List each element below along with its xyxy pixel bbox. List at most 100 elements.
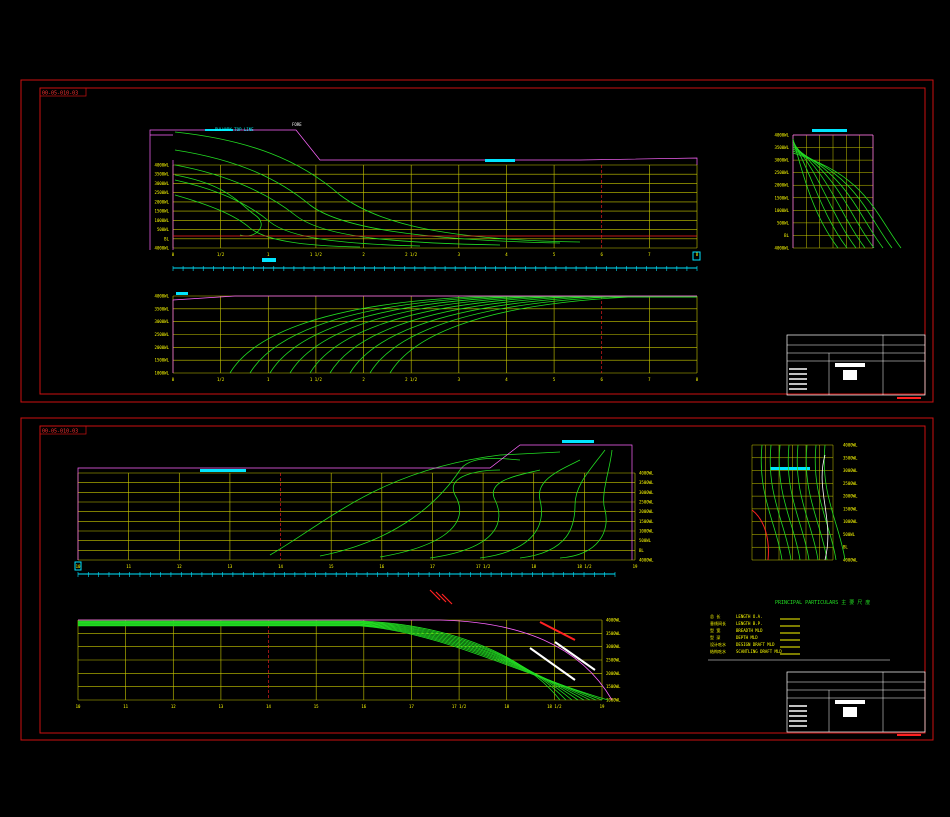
waterline-label: 3000WL xyxy=(843,468,858,473)
particular-value: SCANTLING DRAFT MLD xyxy=(736,649,782,654)
waterline-label: 4000WL xyxy=(639,471,654,476)
red-marker xyxy=(429,589,453,605)
title-block-mark xyxy=(897,397,921,399)
waterline-label: 4000WL xyxy=(155,294,170,299)
red-section xyxy=(751,509,769,561)
waterline-curve xyxy=(289,296,697,374)
particular-key: 总 长 xyxy=(710,613,720,619)
particular-value: BREADTH MLD xyxy=(736,628,763,633)
station-label: 1 xyxy=(267,252,270,257)
station-label: 17 xyxy=(409,704,414,709)
station-label: 17 1/2 xyxy=(452,704,467,709)
waterline-label: 3000WL xyxy=(606,644,621,649)
particular-key: 型 宽 xyxy=(710,627,720,633)
waterline-label: 2500WL xyxy=(775,170,790,175)
sheet-2: 00-05-010-03 4000WL 3500WL 3000WL 2500WL 200… xyxy=(20,417,934,741)
particular-key: 型 深 xyxy=(710,634,720,640)
waterline-label: 3000WL xyxy=(155,181,170,186)
station-label: 0 xyxy=(172,252,175,257)
sheet-2-title-block xyxy=(786,671,926,736)
waterline-curve xyxy=(369,296,697,374)
waterline-label: 3000WL xyxy=(639,490,654,495)
waterline-label: 1500WL xyxy=(155,358,170,363)
bulwark-line xyxy=(149,129,698,250)
waterline-label: 3500WL xyxy=(843,455,858,460)
sheet-2-half-breadth-view: 4000WL 3500WL 3000WL 2500WL 2000WL 1500WL 1000… xyxy=(76,589,621,709)
particulars-title: PRINCIPAL PARTICULARS 主 要 尺 度 xyxy=(775,599,870,606)
waterline-label: 1000WL xyxy=(155,371,170,376)
waterline-label: 4000WL xyxy=(606,618,621,623)
waterline-label: 2500WL xyxy=(606,658,621,663)
waterline-label: 1500WL xyxy=(155,209,170,214)
waterline-curve xyxy=(78,621,573,701)
waterline-label: 500WL xyxy=(777,220,790,225)
particular-key: 结构吃水 xyxy=(710,648,726,654)
station-label: 2 xyxy=(362,252,365,257)
waterline-label: 2000WL xyxy=(155,199,170,204)
waterline-label: 2500WL xyxy=(843,481,858,486)
particular-value: LENGTH B.P. xyxy=(736,621,763,626)
station-label: 8 xyxy=(696,377,699,382)
sheet-2-body-plan: 4000WL 3500WL 3000WL 2500WL 2000WL 1500WL 1000… xyxy=(751,443,858,563)
waterline-label: 4000WL xyxy=(775,246,790,251)
buttock-curve xyxy=(379,469,501,558)
station-label: 16 xyxy=(361,704,366,709)
station-label: 4 xyxy=(505,377,508,382)
buttock-curve xyxy=(269,451,561,556)
drawing-canvas[interactable]: 00-05-010-03 4000WL3500WL3000WL2500WL200… xyxy=(0,0,950,817)
waterline-label: 4000WL xyxy=(843,558,858,563)
station-label: 19 xyxy=(600,704,605,709)
particular-value: DESIGN DRAFT MLD xyxy=(736,642,775,647)
waterline-label: 2000WL xyxy=(155,345,170,350)
buttock-curve xyxy=(174,131,581,243)
station-label: 6 xyxy=(601,377,604,382)
buttock-curve xyxy=(174,194,361,248)
station-label: 14 xyxy=(278,564,283,569)
waterline-label: 4000WL xyxy=(843,443,858,448)
sheet-1: 00-05-010-03 4000WL3500WL3000WL2500WL200… xyxy=(20,79,934,403)
waterline-label: 1000WL xyxy=(606,698,621,703)
cyan-marker xyxy=(770,467,810,470)
waterline-label: 2000WL xyxy=(639,509,654,514)
station-label: 17 1/2 xyxy=(476,564,491,569)
waterline-label: BL xyxy=(639,548,644,553)
waterline-label: 1500WL xyxy=(606,684,621,689)
waterline-label: 2500WL xyxy=(639,500,654,505)
waterline-curve xyxy=(249,296,697,374)
station-label: 16 xyxy=(379,564,384,569)
station-label: 15 xyxy=(329,564,334,569)
station-label: 13 xyxy=(227,564,232,569)
section-curve xyxy=(792,144,866,249)
cyan-marker xyxy=(562,440,594,443)
waterline-curve xyxy=(78,625,609,701)
section-curve xyxy=(792,140,848,249)
cyan-marker xyxy=(200,469,246,472)
section-curve xyxy=(792,146,875,249)
waterline-label: 500WL xyxy=(639,538,652,543)
station-label: 1/2 xyxy=(217,377,225,382)
title-block-text xyxy=(843,707,857,717)
station-label: 11 xyxy=(123,704,128,709)
particular-value: DEPTH MLD xyxy=(736,635,758,640)
station-label: 6 xyxy=(601,252,604,257)
waterline-label: 1500WL xyxy=(639,519,654,524)
buttock-curve xyxy=(519,449,606,559)
station-label: 18 xyxy=(531,564,536,569)
station-label: 8 xyxy=(696,252,699,257)
buttock-curve xyxy=(174,149,561,244)
waterline-curve xyxy=(78,624,597,701)
station-label: 10 xyxy=(76,564,81,569)
red-marker xyxy=(539,621,576,641)
waterline-label: 3500WL xyxy=(155,172,170,177)
waterline-curve xyxy=(389,296,697,374)
title-block-text xyxy=(843,370,857,380)
station-label: 4 xyxy=(505,252,508,257)
waterline-label: 3000WL xyxy=(155,319,170,324)
cyan-marker xyxy=(485,159,515,162)
cyan-marker xyxy=(812,129,847,132)
sheet-2-tag: 00-05-010-03 xyxy=(42,429,78,435)
waterline-label: 3500WL xyxy=(639,480,654,485)
cyan-marker xyxy=(176,292,188,295)
station-label: 3 xyxy=(458,377,461,382)
station-label: 2 1/2 xyxy=(405,252,418,257)
